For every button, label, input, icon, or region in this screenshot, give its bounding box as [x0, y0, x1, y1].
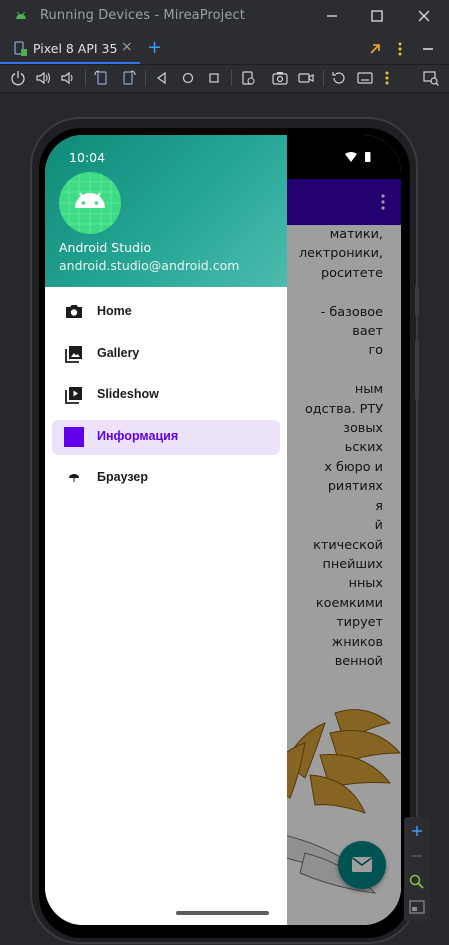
info-square-icon [64, 426, 84, 447]
navigation-drawer: 10:04 Android Studio android.studio@andr… [45, 135, 287, 925]
toolbar-separator [145, 70, 146, 86]
android-studio-icon [16, 11, 26, 19]
wifi-battery-icons [345, 152, 371, 162]
expand-icon[interactable] [368, 42, 382, 56]
drawer-item-info[interactable]: Информация [52, 419, 280, 455]
record-icon[interactable] [297, 69, 315, 87]
drawer-item-label: Браузер [97, 470, 148, 484]
toolbar-separator [323, 70, 324, 86]
drawer-item-gallery[interactable]: Gallery [52, 337, 280, 372]
ide-window: Running Devices - MireaProject Pixel 8 A… [0, 0, 449, 945]
zoom-fit-icon[interactable] [408, 873, 426, 891]
power-icon[interactable] [9, 69, 27, 87]
drawer-header-title: Android Studio [59, 240, 152, 255]
screenshot-icon[interactable] [271, 69, 289, 87]
zoom-out-icon[interactable] [410, 849, 424, 863]
drawer-item-label: Gallery [97, 345, 140, 360]
toolbar-separator [85, 70, 86, 86]
zoom-in-icon[interactable] [410, 824, 424, 838]
phone-side-button [415, 286, 419, 316]
minimize-icon[interactable] [321, 6, 343, 26]
window-title: Running Devices - MireaProject [40, 8, 245, 23]
title-bar: Running Devices - MireaProject [0, 0, 449, 32]
rotate-left-icon[interactable] [93, 69, 111, 87]
device-tab-bar: Pixel 8 API 35 × + [0, 34, 449, 64]
drawer-item-label: Slideshow [97, 387, 159, 401]
gallery-icon [65, 345, 82, 363]
drawer-header-subtitle: android.studio@android.com [59, 258, 240, 273]
volume-up-icon[interactable] [34, 69, 52, 87]
slideshow-icon [65, 387, 82, 404]
add-tab-button[interactable]: + [147, 37, 162, 58]
android-logo-icon [59, 172, 121, 234]
drawer-item-label: Информация [97, 428, 179, 443]
keyboard-icon[interactable] [356, 69, 374, 87]
fold-icon[interactable] [239, 69, 257, 87]
divider [0, 64, 449, 65]
umbrella-icon [69, 474, 79, 482]
device-icon [14, 41, 27, 56]
toolbar-separator [231, 70, 232, 86]
drawer-item-browser[interactable]: Браузер [52, 461, 280, 496]
tab-label: Pixel 8 API 35 [33, 41, 118, 56]
drawer-item-label: Home [97, 304, 132, 318]
android-avatar [59, 172, 121, 234]
camera-icon [66, 305, 82, 318]
zoom-controls [404, 817, 430, 921]
actual-size-icon[interactable] [409, 900, 425, 914]
minimize-panel-icon[interactable] [420, 41, 436, 57]
volume-down-icon[interactable] [59, 69, 77, 87]
more-options-icon[interactable] [382, 69, 392, 87]
close-window-icon[interactable] [413, 6, 435, 26]
rotate-right-icon[interactable] [119, 69, 137, 87]
overview-icon[interactable] [205, 69, 223, 87]
status-time: 10:04 [69, 150, 106, 165]
snapshot-icon[interactable] [330, 69, 348, 87]
layout-inspector-icon[interactable] [422, 69, 440, 87]
drawer-item-home[interactable]: Home [52, 295, 280, 330]
drawer-header: 10:04 Android Studio android.studio@andr… [45, 135, 287, 287]
home-icon[interactable] [179, 69, 197, 87]
device-screen: матики, лектроники, роситете - базовое вает… [45, 135, 401, 925]
phone-side-button [415, 340, 419, 400]
back-icon[interactable] [153, 69, 171, 87]
gesture-bar[interactable] [176, 911, 269, 915]
device-toolbar [0, 66, 449, 92]
maximize-icon[interactable] [366, 6, 388, 26]
tab-pixel-8[interactable]: Pixel 8 API 35 × [0, 34, 140, 64]
more-vertical-icon[interactable] [396, 41, 404, 57]
tab-close-icon[interactable]: × [121, 39, 133, 55]
drawer-item-slideshow[interactable]: Slideshow [52, 378, 280, 413]
